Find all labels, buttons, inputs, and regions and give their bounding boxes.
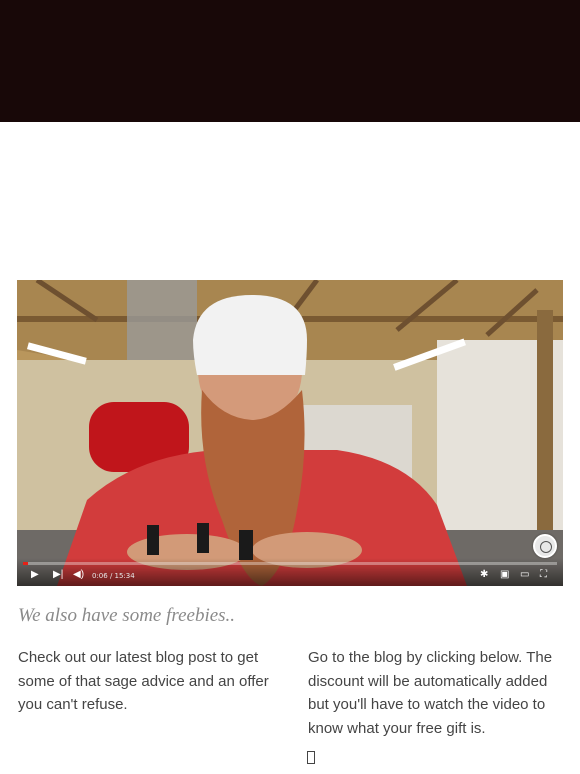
next-icon[interactable]: ▶| [53, 570, 63, 580]
video-player[interactable]: ▶ ▶| ◀) 0:06 / 15:34 ✱ ▣ ▭ ⛶ [17, 280, 563, 586]
progress-fill [23, 562, 29, 565]
channel-watermark[interactable] [533, 534, 557, 558]
player-controls: ▶ ▶| ◀) 0:06 / 15:34 ✱ ▣ ▭ ⛶ [17, 558, 563, 586]
progress-bar[interactable] [23, 562, 557, 565]
time-display: 0:06 / 15:34 [92, 572, 135, 580]
play-icon[interactable]: ▶ [31, 570, 39, 580]
fullscreen-icon[interactable]: ⛶ [540, 570, 547, 580]
miniplayer-icon[interactable]: ▣ [500, 570, 509, 580]
volume-icon[interactable]: ◀) [73, 570, 84, 580]
freebies-heading: We also have some freebies.. [18, 605, 236, 626]
blog-post-text: Check out our latest blog post to get so… [18, 649, 269, 713]
video-frame [17, 280, 563, 586]
missing-glyph-icon [307, 751, 315, 764]
header-banner [0, 0, 580, 122]
theater-icon[interactable]: ▭ [520, 570, 529, 580]
blog-link-text: Go to the blog by clicking below. The di… [308, 649, 553, 737]
gear-icon[interactable]: ✱ [480, 570, 488, 580]
